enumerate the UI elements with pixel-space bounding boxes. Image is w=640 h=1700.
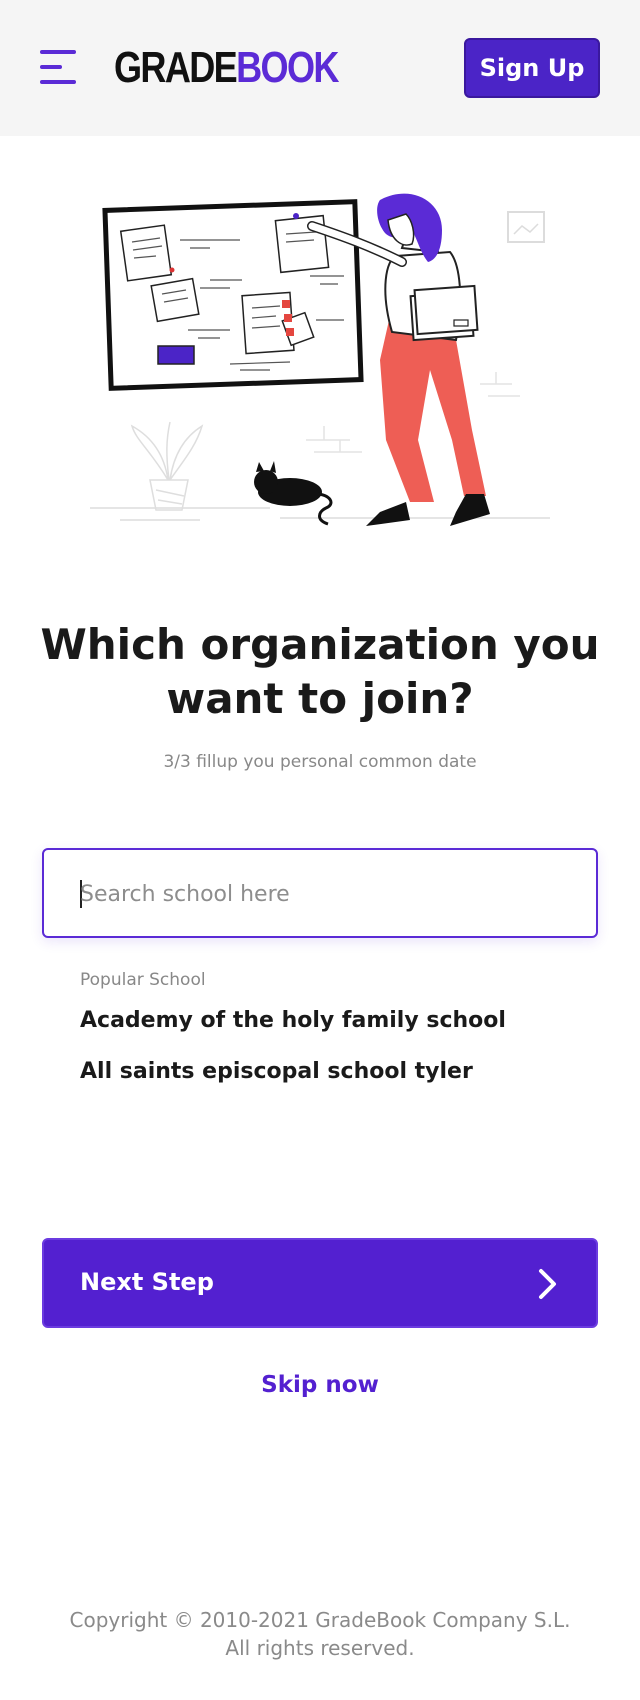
school-search-field[interactable] [42, 848, 598, 938]
school-option[interactable]: Academy of the holy family school [80, 1008, 506, 1033]
chevron-right-icon [539, 1269, 556, 1299]
gradebook-logo[interactable]: GRADEBOOK [114, 44, 339, 92]
school-search-input[interactable] [80, 876, 560, 912]
popular-school-label: Popular School [80, 970, 206, 990]
copyright-text: Copyright © 2010-2021 GradeBook Company … [69, 1608, 571, 1660]
sign-up-button[interactable]: Sign Up [464, 38, 600, 98]
hero-illustration [90, 193, 550, 526]
page-title: Which organization you want to join? [40, 620, 600, 723]
app-header: GRADEBOOK Sign Up [0, 0, 640, 136]
next-step-button[interactable]: Next Step [42, 1238, 598, 1328]
skip-now-link[interactable]: Skip now [0, 1372, 640, 1398]
hamburger-menu-icon[interactable] [40, 50, 76, 84]
next-step-label: Next Step [80, 1268, 214, 1296]
step-subtitle: 3/3 fillup you personal common date [163, 752, 477, 772]
school-option[interactable]: All saints episcopal school tyler [80, 1059, 473, 1084]
